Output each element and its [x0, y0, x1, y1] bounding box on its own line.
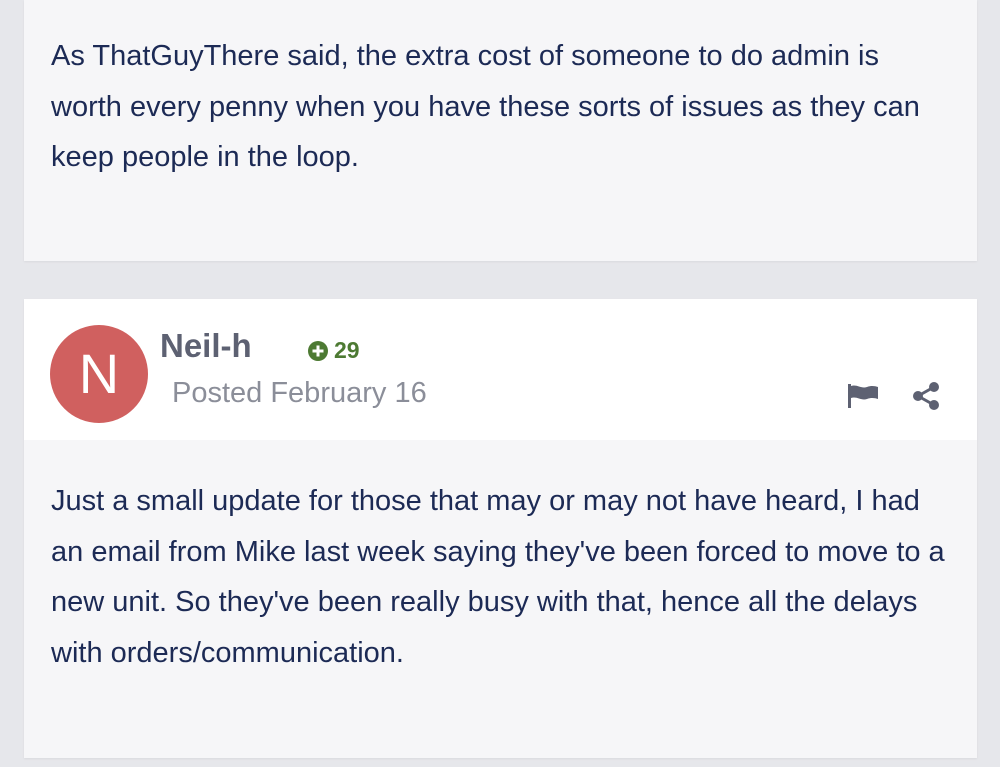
plus-circle-icon — [308, 340, 328, 361]
post-body-text: As ThatGuyThere said, the extra cost of … — [51, 40, 920, 173]
share-post-button[interactable] — [909, 379, 943, 413]
report-post-button[interactable] — [846, 379, 880, 413]
reputation-count: 29 — [334, 337, 360, 363]
avatar-letter: N — [78, 342, 120, 405]
flag-icon — [848, 384, 878, 408]
author-name-link[interactable]: Neil-h — [160, 329, 252, 362]
reputation-badge[interactable]: 29 — [308, 339, 360, 362]
post-header: N Neil-h 29 Posted February 16 — [24, 299, 977, 440]
post-card: N Neil-h 29 Posted February 16 Just a sm… — [24, 299, 977, 758]
post-body-text: Just a small update for those that may o… — [51, 485, 945, 669]
post-date: Posted February 16 — [172, 377, 427, 409]
share-icon — [913, 382, 939, 410]
previous-post-card: As ThatGuyThere said, the extra cost of … — [24, 0, 977, 261]
avatar[interactable]: N — [50, 325, 148, 423]
